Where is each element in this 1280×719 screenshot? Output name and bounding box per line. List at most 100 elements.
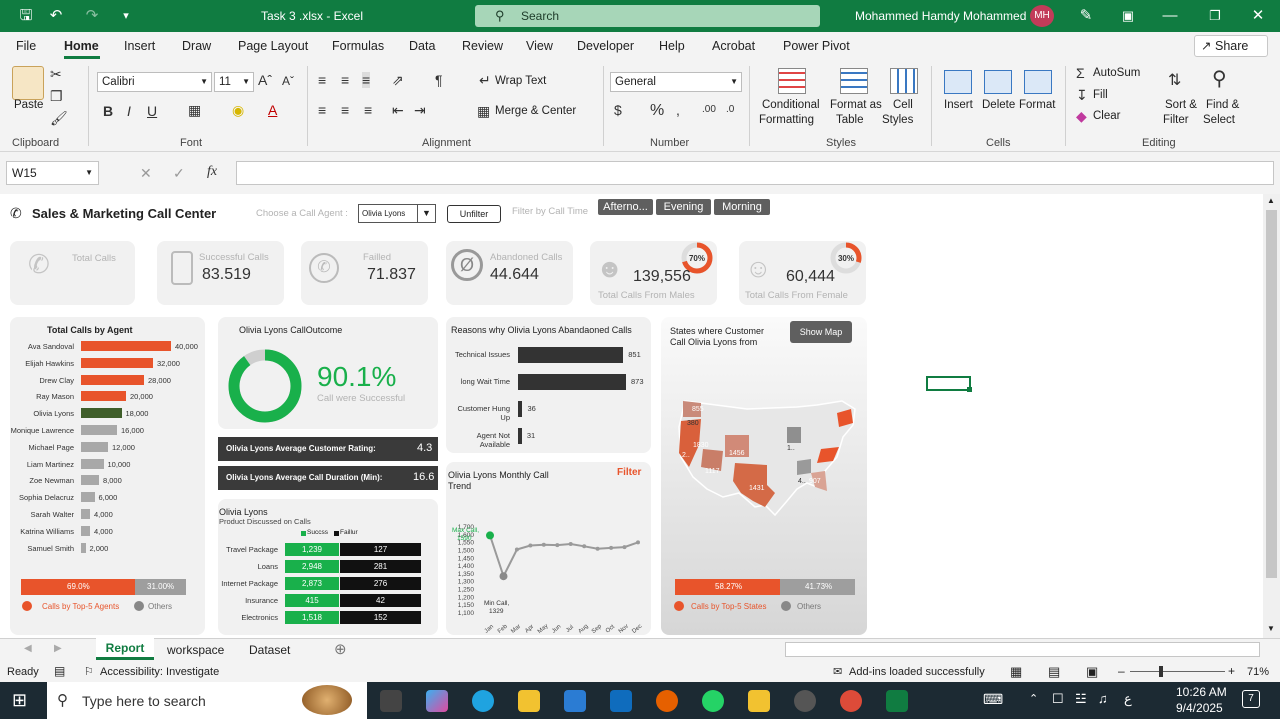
increase-indent-icon[interactable]: ⇥ bbox=[414, 102, 426, 119]
merge-icon[interactable]: ▦ bbox=[477, 103, 490, 120]
selected-cell[interactable] bbox=[926, 376, 971, 391]
insert-function-icon[interactable]: fx bbox=[207, 164, 217, 180]
restore-icon[interactable]: ❐ bbox=[1205, 6, 1225, 26]
undo-icon[interactable]: ↶ bbox=[46, 6, 66, 26]
task-view-icon[interactable] bbox=[380, 690, 402, 712]
chrome-icon[interactable] bbox=[840, 690, 862, 712]
increase-decimal-icon[interactable]: .00 bbox=[702, 104, 716, 115]
file-explorer-icon[interactable] bbox=[518, 690, 540, 712]
percent-icon[interactable]: % bbox=[650, 102, 664, 120]
windows-start-icon[interactable]: ⊞ bbox=[12, 690, 27, 711]
add-sheet-icon[interactable]: ⊕ bbox=[334, 640, 347, 658]
tab-review[interactable]: Review bbox=[462, 39, 503, 53]
clock-date[interactable]: 9/4/2025 bbox=[1176, 701, 1223, 715]
edge-icon[interactable] bbox=[472, 690, 494, 712]
normal-view-icon[interactable]: ▦ bbox=[1010, 664, 1022, 680]
whatsapp-icon[interactable] bbox=[702, 690, 724, 712]
tab-power-pivot[interactable]: Power Pivot bbox=[783, 39, 850, 53]
find-select-button[interactable]: Find & bbox=[1206, 99, 1239, 111]
find-icon[interactable]: ⚲ bbox=[1212, 66, 1227, 91]
avatar[interactable]: MH bbox=[1030, 5, 1054, 27]
scroll-down-icon[interactable]: ▼ bbox=[1267, 624, 1275, 633]
text-direction-icon[interactable]: ¶ bbox=[435, 72, 443, 88]
cut-icon[interactable]: ✂ bbox=[50, 66, 62, 83]
autosum-icon[interactable]: Σ bbox=[1076, 65, 1085, 81]
enter-icon[interactable]: ✓ bbox=[173, 165, 185, 182]
format-painter-icon[interactable]: 🖌 bbox=[50, 110, 68, 127]
sheet-tab-report[interactable]: Report bbox=[96, 638, 154, 660]
delete-button[interactable]: Delete bbox=[982, 99, 1015, 111]
italic-icon[interactable]: I bbox=[127, 103, 131, 119]
eraser-icon[interactable]: ◆ bbox=[1076, 108, 1087, 125]
zoom-slider[interactable] bbox=[1130, 671, 1225, 672]
macro-icon[interactable]: ▤ bbox=[54, 664, 65, 678]
store-icon[interactable] bbox=[564, 690, 586, 712]
increase-font-icon[interactable]: Aˆ bbox=[258, 72, 272, 88]
conditional-formatting-icon[interactable] bbox=[778, 68, 806, 94]
align-right-icon[interactable]: ≡ bbox=[364, 102, 372, 118]
fill-button[interactable]: Fill bbox=[1093, 89, 1108, 101]
tab-acrobat[interactable]: Acrobat bbox=[712, 39, 755, 53]
insert-cells-icon[interactable] bbox=[944, 70, 972, 94]
autosum-button[interactable]: AutoSum bbox=[1093, 67, 1140, 79]
currency-icon[interactable]: $ bbox=[614, 102, 622, 118]
font-size-select[interactable]: 11 ▼ bbox=[214, 72, 254, 92]
cell-styles-icon[interactable] bbox=[890, 68, 918, 94]
bold-icon[interactable]: B bbox=[103, 103, 113, 119]
unfilter-button[interactable]: Unfilter bbox=[447, 205, 501, 223]
sheet-tab-workspace[interactable]: workspace bbox=[167, 643, 224, 657]
format-cells-icon[interactable] bbox=[1024, 70, 1052, 94]
clear-button[interactable]: Clear bbox=[1093, 110, 1120, 122]
zoom-in-icon[interactable]: + bbox=[1228, 664, 1235, 678]
align-center-icon[interactable]: ≡ bbox=[341, 102, 349, 118]
fill-handle[interactable] bbox=[967, 387, 972, 392]
name-box[interactable]: W15 ▼ bbox=[6, 161, 99, 185]
tray-chevron-icon[interactable]: ⌃ bbox=[1029, 692, 1038, 705]
tab-developer[interactable]: Developer bbox=[577, 39, 634, 53]
minimize-icon[interactable]: — bbox=[1160, 6, 1180, 26]
network-icon[interactable]: ☐ bbox=[1052, 691, 1064, 707]
align-bottom-icon[interactable]: ≡ bbox=[362, 72, 371, 88]
close-icon[interactable]: ✕ bbox=[1248, 6, 1268, 26]
decrease-indent-icon[interactable]: ⇤ bbox=[392, 102, 404, 119]
page-break-icon[interactable]: ▣ bbox=[1086, 664, 1098, 680]
sheet-tab-dataset[interactable]: Dataset bbox=[249, 643, 290, 657]
format-as-table-button[interactable]: Format as bbox=[830, 99, 882, 111]
conditional-formatting-button[interactable]: Conditional bbox=[762, 99, 820, 111]
sort-filter-icon[interactable]: ⇅ bbox=[1168, 70, 1181, 90]
font-name-select[interactable]: Calibri ▼ bbox=[97, 72, 212, 92]
notifications-icon[interactable]: 7 bbox=[1242, 690, 1260, 708]
tab-file[interactable]: File bbox=[16, 39, 36, 53]
scroll-up-icon[interactable]: ▲ bbox=[1267, 196, 1275, 205]
cell-styles-button[interactable]: Cell bbox=[893, 99, 913, 111]
vertical-scrollbar[interactable]: ▲ ▼ bbox=[1263, 194, 1280, 638]
decrease-font-icon[interactable]: Aˇ bbox=[282, 74, 294, 88]
format-as-table-icon[interactable] bbox=[840, 68, 868, 94]
firefox-icon[interactable] bbox=[656, 690, 678, 712]
tab-insert[interactable]: Insert bbox=[124, 39, 155, 53]
formula-input[interactable] bbox=[236, 161, 1274, 185]
fill-color-icon[interactable]: ◉ bbox=[232, 102, 244, 119]
customize-toolbar-icon[interactable]: ▾ bbox=[116, 6, 136, 26]
taskbar-search[interactable]: ⚲ Type here to search bbox=[47, 682, 367, 719]
tab-help[interactable]: Help bbox=[659, 39, 685, 53]
page-layout-icon[interactable]: ▤ bbox=[1048, 664, 1060, 680]
decrease-decimal-icon[interactable]: .0 bbox=[726, 104, 734, 115]
trend-filter-button[interactable]: Filter bbox=[617, 467, 641, 478]
share-button[interactable]: ↗ Share bbox=[1194, 35, 1268, 57]
redo-icon[interactable]: ↷ bbox=[82, 6, 102, 26]
status-accessibility[interactable]: Accessibility: Investigate bbox=[100, 666, 219, 678]
horizontal-scrollbar[interactable] bbox=[785, 642, 1260, 657]
tab-view[interactable]: View bbox=[526, 39, 553, 53]
underline-icon[interactable]: U bbox=[147, 103, 157, 119]
delete-cells-icon[interactable] bbox=[984, 70, 1012, 94]
sort-filter-button[interactable]: Sort & bbox=[1165, 99, 1197, 111]
search-box[interactable]: ⚲ Search bbox=[475, 5, 820, 27]
pen-icon[interactable]: ✎ bbox=[1076, 6, 1096, 26]
insert-button[interactable]: Insert bbox=[944, 99, 973, 111]
tab-page-layout[interactable]: Page Layout bbox=[238, 39, 308, 53]
fill-icon[interactable]: ↧ bbox=[1076, 87, 1088, 104]
number-format-select[interactable]: General ▼ bbox=[610, 72, 742, 92]
copy-icon[interactable]: ❐ bbox=[50, 88, 63, 105]
tab-draw[interactable]: Draw bbox=[182, 39, 211, 53]
